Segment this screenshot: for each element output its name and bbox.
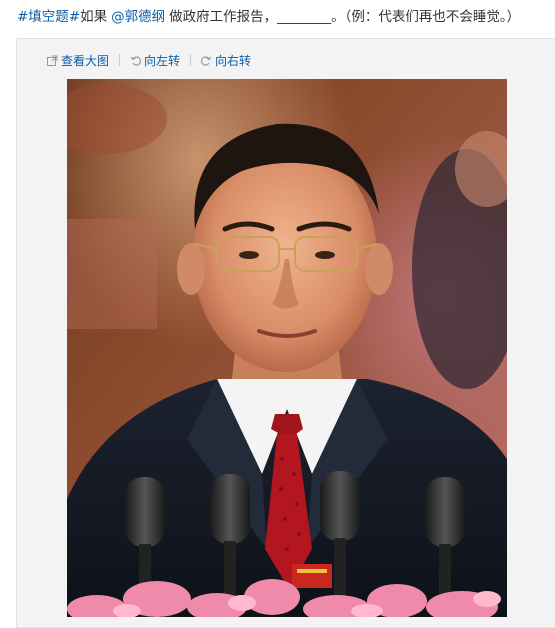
- hashtag-link[interactable]: #填空题#: [17, 9, 80, 25]
- view-large-label: 查看大图: [61, 53, 110, 68]
- rotate-right-label: 向右转: [215, 53, 252, 68]
- media-toolbar: 查看大图 向左转 向右转: [47, 51, 251, 69]
- toolbar-divider: [119, 54, 121, 66]
- media-expanded-panel: 查看大图 向左转 向右转: [16, 38, 555, 628]
- view-large-button[interactable]: 查看大图: [47, 52, 109, 69]
- rotate-left-label: 向左转: [144, 53, 181, 68]
- rotate-right-button[interactable]: 向右转: [201, 52, 251, 69]
- rotate-right-icon: [201, 55, 212, 66]
- post-photo[interactable]: [67, 79, 507, 617]
- mention-link[interactable]: @郭德纲: [111, 9, 165, 25]
- rotate-left-icon: [130, 55, 141, 66]
- photo-image: [67, 79, 507, 617]
- post-text: #填空题#如果 @郭德纲 做政府工作报告，________。（例：代表们再也不会睡觉…: [17, 7, 520, 27]
- post-prefix: 如果: [80, 9, 108, 25]
- external-link-icon: [47, 55, 58, 66]
- post-body: 做政府工作报告，________。（例：代表们再也不会睡觉。）: [169, 9, 521, 25]
- toolbar-divider: [190, 54, 192, 66]
- rotate-left-button[interactable]: 向左转: [130, 52, 180, 69]
